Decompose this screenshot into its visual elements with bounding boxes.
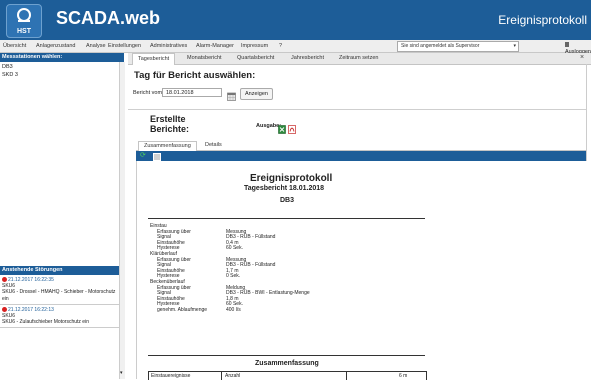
menu-item-alarm-manager[interactable]: Alarm-Manager bbox=[196, 43, 234, 49]
menu-item-settings[interactable]: Einstellungen bbox=[108, 43, 141, 49]
summary-title: Zusammenfassung bbox=[255, 360, 319, 367]
logo-text: HST bbox=[17, 28, 31, 35]
login-status-dropdown[interactable]: Sie sind angemeldet als Supervisor ▾ bbox=[397, 41, 519, 52]
hst-logo[interactable]: HST bbox=[6, 4, 42, 38]
chevron-down-icon: ▾ bbox=[513, 43, 516, 49]
alarm-item[interactable]: 21.12.2017 16:22:35 SKU6 SKU6 - Drossel … bbox=[0, 275, 124, 305]
tab-yearly-report[interactable]: Jahresbericht bbox=[286, 53, 329, 64]
alarm-item[interactable]: 21.12.2017 16:22:13 SKU6 SKU6 - Zulaufsc… bbox=[0, 305, 124, 329]
report-param-value: DB3 - RÜB - BWI - Entlastung-Menge bbox=[226, 290, 310, 297]
menu-item-imprint[interactable]: Impressum bbox=[241, 43, 268, 49]
created-reports-title: Erstellte Berichte: bbox=[150, 114, 190, 134]
report-date-label: Bericht vom: bbox=[133, 90, 164, 96]
station-item-skd3[interactable]: SKD 3 bbox=[0, 70, 124, 78]
excel-export-icon[interactable] bbox=[278, 121, 286, 134]
tab-set-period[interactable]: Zeitraum setzen bbox=[334, 53, 383, 64]
scroll-down-icon[interactable]: ▾ bbox=[120, 370, 123, 376]
alarm-time: 21.12.2017 16:22:35 bbox=[8, 277, 54, 283]
alarm-icon bbox=[2, 277, 7, 283]
alarm-station: SKU6 bbox=[2, 313, 16, 320]
pdf-export-icon[interactable] bbox=[288, 121, 296, 134]
alarm-icon bbox=[2, 306, 7, 312]
page-title: Ereignisprotokoll bbox=[498, 13, 587, 27]
report-param-value: 60 Sek. bbox=[226, 245, 243, 252]
alarm-text: SKU6 - Zulaufschieber Motorschutz ein bbox=[2, 319, 89, 326]
report-param-label: genehm. Ablaufmenge bbox=[157, 307, 208, 313]
logo-icon bbox=[17, 8, 31, 22]
divider bbox=[128, 109, 586, 110]
report-divider bbox=[148, 218, 425, 219]
summary-header-events: Einstauereignisse bbox=[151, 373, 191, 379]
alarm-station: SKU6 bbox=[2, 283, 16, 290]
menu-item-overview[interactable]: Übersicht bbox=[3, 43, 26, 49]
station-item-db3[interactable]: DB3 bbox=[0, 62, 124, 70]
report-divider bbox=[148, 355, 425, 356]
calendar-icon[interactable] bbox=[227, 88, 236, 101]
report-viewer bbox=[136, 161, 587, 379]
report-view-tabs: Zusammenfassung Details bbox=[136, 141, 586, 151]
report-param-value: 400 l/s bbox=[226, 307, 241, 313]
summary-header-value: 6 m bbox=[399, 373, 408, 379]
report-subtitle: Tagesbericht 18.01.2018 bbox=[244, 185, 325, 192]
stations-list: DB3 SKD 3 bbox=[0, 62, 125, 266]
show-report-button[interactable]: Anzeigen bbox=[240, 88, 273, 100]
left-panel-scrollbar[interactable]: ▾ bbox=[119, 62, 125, 379]
close-icon[interactable]: × bbox=[580, 54, 584, 61]
summary-header-count: Anzahl bbox=[225, 373, 241, 379]
stations-panel-title: Messstationen wählen: bbox=[0, 53, 124, 62]
save-icon[interactable] bbox=[153, 153, 161, 161]
report-param-value: 0 Sek. bbox=[226, 273, 241, 280]
alarm-text: SKU6 - Drossel - HMAHQ - Schieber - Moto… bbox=[2, 289, 116, 302]
logout-icon bbox=[565, 42, 569, 47]
menu-item-help[interactable]: ? bbox=[279, 43, 282, 49]
login-status-text: Sie sind angemeldet als Supervisor bbox=[401, 43, 480, 49]
report-station: DB3 bbox=[280, 197, 295, 204]
day-select-title: Tag für Bericht auswählen: bbox=[134, 70, 256, 81]
app-title: SCADA.web bbox=[56, 8, 161, 28]
tab-daily-report[interactable]: Tagesbericht bbox=[132, 53, 176, 65]
tab-details[interactable]: Details bbox=[200, 141, 227, 150]
menu-item-plant-state[interactable]: Anlagenzustand bbox=[36, 43, 75, 49]
tab-quarterly-report[interactable]: Quartalsbericht bbox=[232, 53, 279, 64]
report-date-input[interactable]: 18.01.2018 bbox=[162, 88, 222, 97]
report-type-tabs: Tagesbericht Monatsbericht Quartalsberic… bbox=[128, 53, 591, 65]
menu-item-administration[interactable]: Administratives bbox=[150, 43, 187, 49]
alarms-panel-title: Anstehende Störungen bbox=[0, 266, 124, 275]
refresh-icon[interactable]: ⟳ bbox=[140, 152, 146, 160]
report-toolbar: ⟳ bbox=[136, 151, 586, 161]
alarm-time: 21.12.2017 16:22:13 bbox=[8, 306, 54, 313]
tab-monthly-report[interactable]: Monatsbericht bbox=[182, 53, 227, 64]
tab-summary[interactable]: Zusammenfassung bbox=[138, 141, 197, 151]
menu-item-analysis[interactable]: Analyse bbox=[86, 43, 106, 49]
alarms-list: 21.12.2017 16:22:35 SKU6 SKU6 - Drossel … bbox=[0, 275, 125, 379]
report-title: Ereignisprotokoll bbox=[250, 173, 333, 184]
